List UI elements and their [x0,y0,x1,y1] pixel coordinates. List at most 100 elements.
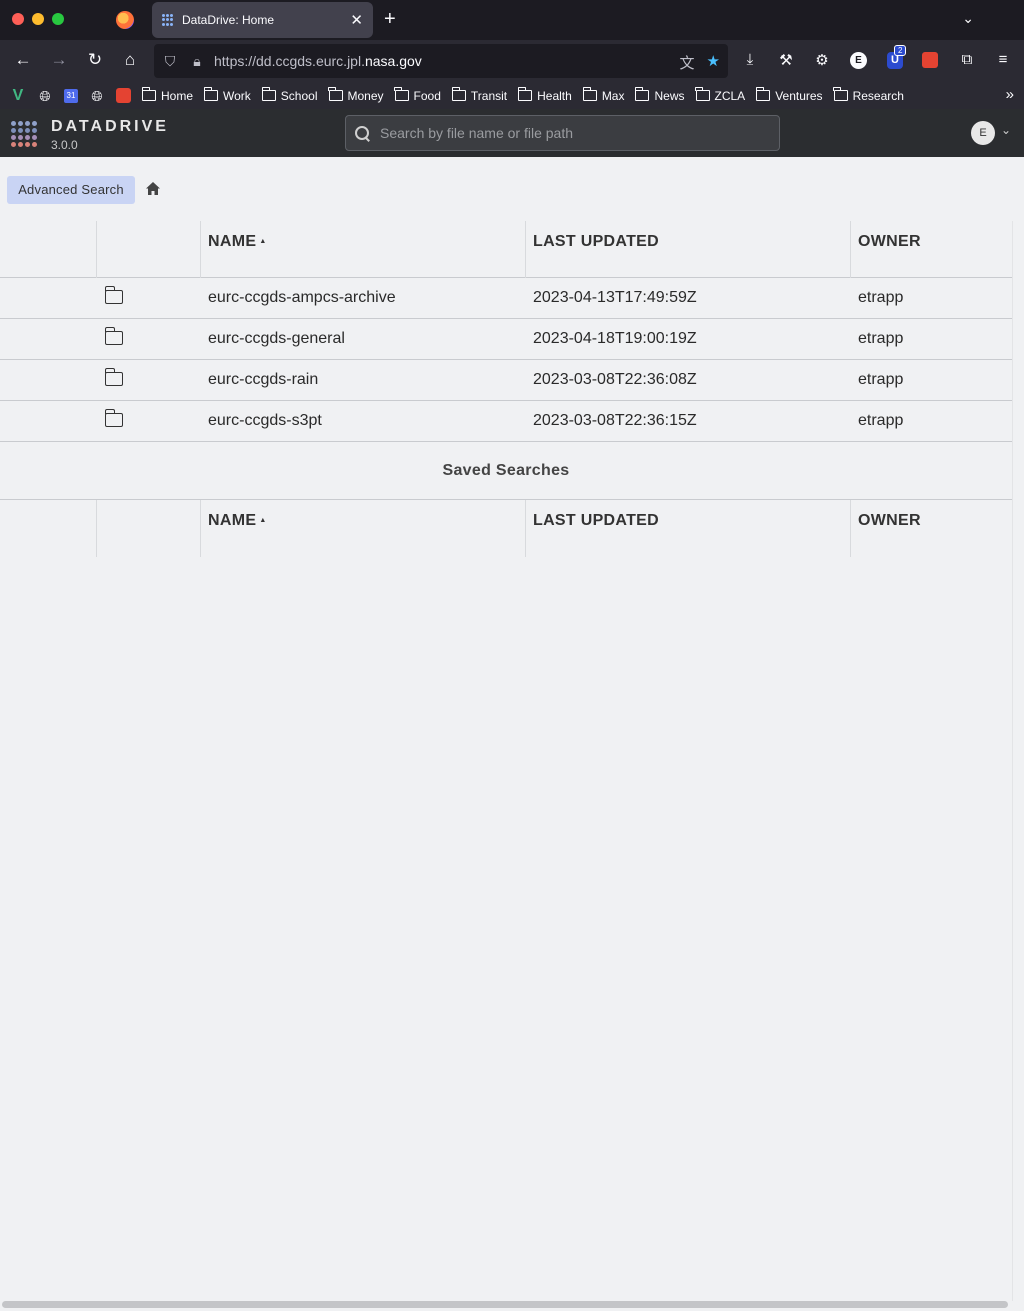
address-bar[interactable]: ⛉ 🔒︎ https://dd.ccgds.eurc.jpl. nasa.gov … [154,44,728,78]
reload-icon[interactable]: ↻ [84,50,106,70]
column-divider [200,221,201,278]
home-breadcrumb-icon[interactable] [145,181,161,197]
folder-icon [695,87,710,101]
folder-icon [104,368,123,386]
row-owner: etrapp [858,412,904,429]
downloads-icon[interactable]: ⤓ [740,51,760,68]
folder-icon [451,87,466,101]
bookmark-star-icon[interactable]: ★ [707,52,720,73]
row-owner: etrapp [858,289,904,306]
bookmark-folder[interactable]: Home [141,87,193,103]
vue-bookmark-icon[interactable]: V [10,87,26,104]
column-divider [96,500,97,557]
column-divider [525,500,526,557]
user-avatar[interactable]: E [971,121,995,145]
url-host: nasa.gov [364,53,422,69]
globe-bookmark-icon[interactable]: 🌐︎ [89,88,105,104]
todoist-bookmark-icon[interactable] [116,88,131,103]
menu-hamburger-icon[interactable]: ≡ [993,51,1013,68]
column-header-owner[interactable]: OWNER [858,512,921,530]
more-bookmarks-chevron-icon[interactable]: » [1006,86,1014,103]
tracking-shield-icon[interactable]: ⛉ [162,53,178,70]
bookmark-folder[interactable]: Food [394,87,441,103]
forward-arrow-icon[interactable]: → [48,50,70,70]
close-tab-icon[interactable]: ✕ [350,11,363,29]
horizontal-scrollbar[interactable] [2,1301,1008,1308]
advanced-search-button[interactable]: Advanced Search [7,176,135,204]
vertical-scroll-gutter[interactable] [1012,221,1024,1301]
bookmark-folder[interactable]: Work [203,87,251,103]
folder-icon [104,409,123,427]
bookmark-folder[interactable]: School [261,87,318,103]
gear-icon[interactable]: ⚙ [812,51,832,69]
row-name[interactable]: eurc-ccgds-general [208,330,345,348]
saved-searches-title: Saved Searches [442,462,570,479]
account-avatar-icon[interactable]: E [850,52,867,69]
row-name[interactable]: eurc-ccgds-ampcs-archive [208,289,396,307]
folder-icon [104,286,123,304]
new-tab-button[interactable]: + [384,8,396,31]
wrench-icon[interactable]: ⚒ [776,51,796,69]
todoist-extension-icon[interactable] [922,52,938,68]
close-window-button[interactable] [12,13,24,25]
row-owner: etrapp [858,371,904,388]
app-version: 3.0.0 [51,138,78,152]
column-header-last-updated[interactable]: LAST UPDATED [533,512,659,530]
bookmark-folder[interactable]: Health [517,87,572,103]
bookmark-folder[interactable]: Money [328,87,384,103]
bookmark-folder[interactable]: News [635,87,685,103]
chevron-down-icon[interactable]: ⌄ [1001,123,1011,137]
row-last-updated: 2023-03-08T22:36:08Z [533,371,697,388]
saved-searches-table: NAME ▲ LAST UPDATED OWNER [0,499,1012,557]
browser-titlebar: DataDrive: Home ✕ + ⌄ [0,0,1024,40]
url-prefix: https://dd.ccgds.eurc.jpl. [214,53,365,69]
calendar-bookmark-icon[interactable]: 31 [64,88,78,103]
folder-icon [328,87,343,101]
column-header-name[interactable]: NAME ▲ [208,233,267,251]
row-last-updated: 2023-04-13T17:49:59Z [533,289,697,306]
lock-icon[interactable]: 🔒︎ [190,53,204,70]
home-icon[interactable]: ⌂ [119,50,141,70]
folder-icon [104,327,123,345]
row-last-updated: 2023-04-18T19:00:19Z [533,330,697,347]
column-divider [525,221,526,278]
search-icon [354,125,370,141]
extensions-puzzle-icon[interactable]: ⧉ [957,51,977,68]
back-arrow-icon[interactable]: ← [12,50,34,70]
search-input[interactable]: Search by file name or file path [345,115,780,151]
zoom-window-button[interactable] [52,13,64,25]
table-row[interactable]: eurc-ccgds-rain 2023-03-08T22:36:08Z etr… [0,360,1012,401]
browser-navbar: ← → ↻ ⌂ ⛉ 🔒︎ https://dd.ccgds.eurc.jpl. n… [0,40,1024,82]
bookmark-folder[interactable]: ZCLA [695,87,745,103]
table-row[interactable]: eurc-ccgds-general 2023-04-18T19:00:19Z … [0,319,1012,360]
datadrive-logo-icon[interactable] [11,121,37,147]
row-owner: etrapp [858,330,904,347]
firefox-icon[interactable] [116,11,134,29]
app-brand[interactable]: DATADRIVE [51,118,169,136]
table-header: NAME ▲ LAST UPDATED OWNER [0,221,1012,278]
column-divider [96,221,97,278]
bookmark-folder[interactable]: Research [833,87,904,103]
table-row[interactable]: eurc-ccgds-s3pt 2023-03-08T22:36:15Z etr… [0,401,1012,442]
bookmark-folder[interactable]: Transit [451,87,507,103]
column-header-owner[interactable]: OWNER [858,233,921,251]
row-name[interactable]: eurc-ccgds-s3pt [208,412,322,430]
tab-title: DataDrive: Home [182,13,275,27]
column-header-last-updated[interactable]: LAST UPDATED [533,233,659,251]
bookmark-folder[interactable]: Max [582,87,624,103]
folder-icon [394,87,409,101]
list-tabs-chevron-icon[interactable]: ⌄ [962,10,974,27]
row-name[interactable]: eurc-ccgds-rain [208,371,318,389]
table-row[interactable]: eurc-ccgds-ampcs-archive 2023-04-13T17:4… [0,278,1012,319]
app-header: DATADRIVE 3.0.0 Search by file name or f… [0,109,1024,157]
tab-datadrive-home[interactable]: DataDrive: Home ✕ [152,2,373,38]
extension-badge: 2 [894,45,907,56]
bookmark-folder[interactable]: Ventures [755,87,823,103]
folder-icon [141,87,156,101]
globe-bookmark-icon[interactable]: 🌐︎ [37,88,53,104]
row-last-updated: 2023-03-08T22:36:15Z [533,412,697,429]
column-header-name[interactable]: NAME ▲ [208,512,267,530]
folder-icon [203,87,219,101]
translate-icon[interactable]: 文 [680,52,695,73]
minimize-window-button[interactable] [32,13,44,25]
